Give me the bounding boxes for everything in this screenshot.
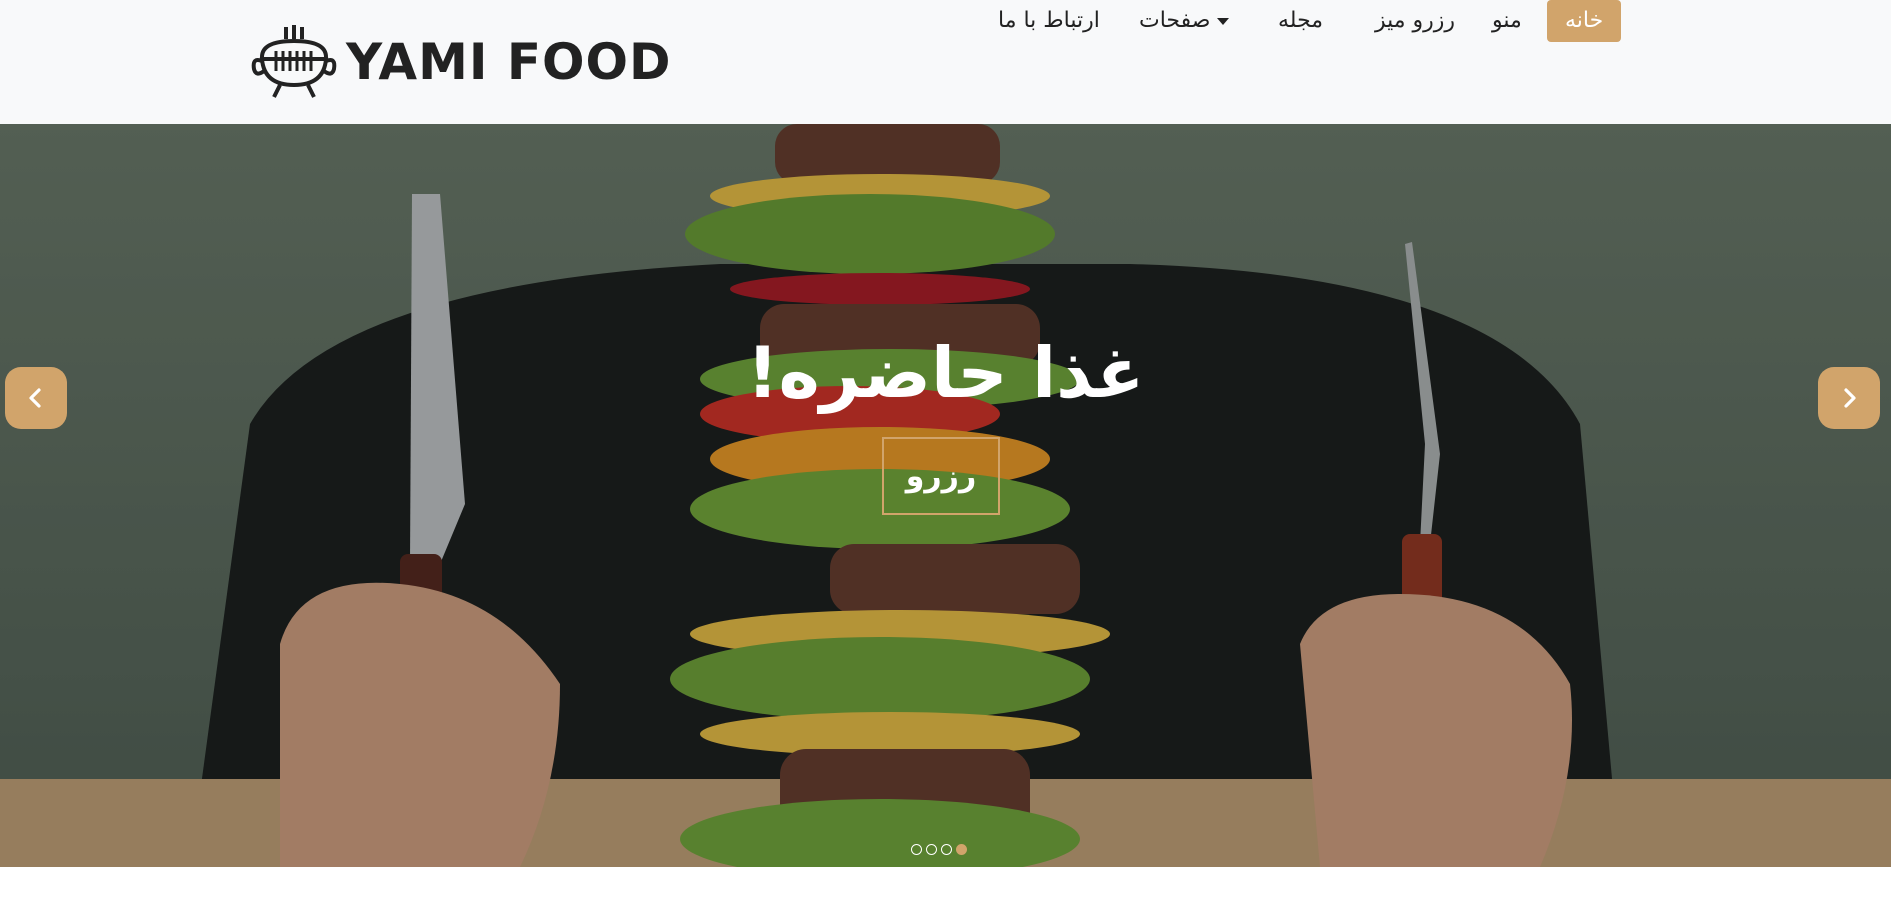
carousel-prev-button[interactable] <box>5 367 67 429</box>
nav-pages-label: صفحات <box>1139 8 1211 33</box>
hero-carousel: غذا حاضره! رزرو <box>0 124 1891 867</box>
nav-menu[interactable]: منو <box>1492 0 1522 42</box>
hero-title: غذا حاضره! <box>746 332 1145 414</box>
carousel-indicator[interactable] <box>941 844 952 855</box>
brand-logo[interactable]: YAMI FOOD <box>250 22 672 102</box>
grill-pot-icon <box>251 25 337 98</box>
nav-pages-dropdown[interactable]: صفحات <box>1139 0 1233 42</box>
nav-home[interactable]: خانه <box>1547 0 1622 42</box>
nav-reserve-table[interactable]: رزرو میز <box>1375 0 1455 42</box>
nav-magazine[interactable]: مجله <box>1278 0 1323 42</box>
brand-name: YAMI FOOD <box>346 33 672 91</box>
nav-contact[interactable]: ارتباط با ما <box>998 0 1100 42</box>
reserve-button[interactable]: رزرو <box>882 437 1000 515</box>
chevron-right-icon <box>1844 388 1856 408</box>
carousel-indicator[interactable] <box>926 844 937 855</box>
carousel-indicator[interactable] <box>911 844 922 855</box>
carousel-indicator-active[interactable] <box>956 844 967 855</box>
navbar: YAMI FOOD خانه منو رزرو میز مجله صفحات ا… <box>0 0 1891 124</box>
caret-down-icon <box>1217 17 1230 25</box>
carousel-next-button[interactable] <box>1818 367 1880 429</box>
chevron-left-icon <box>29 388 41 408</box>
carousel-indicators <box>909 844 969 858</box>
